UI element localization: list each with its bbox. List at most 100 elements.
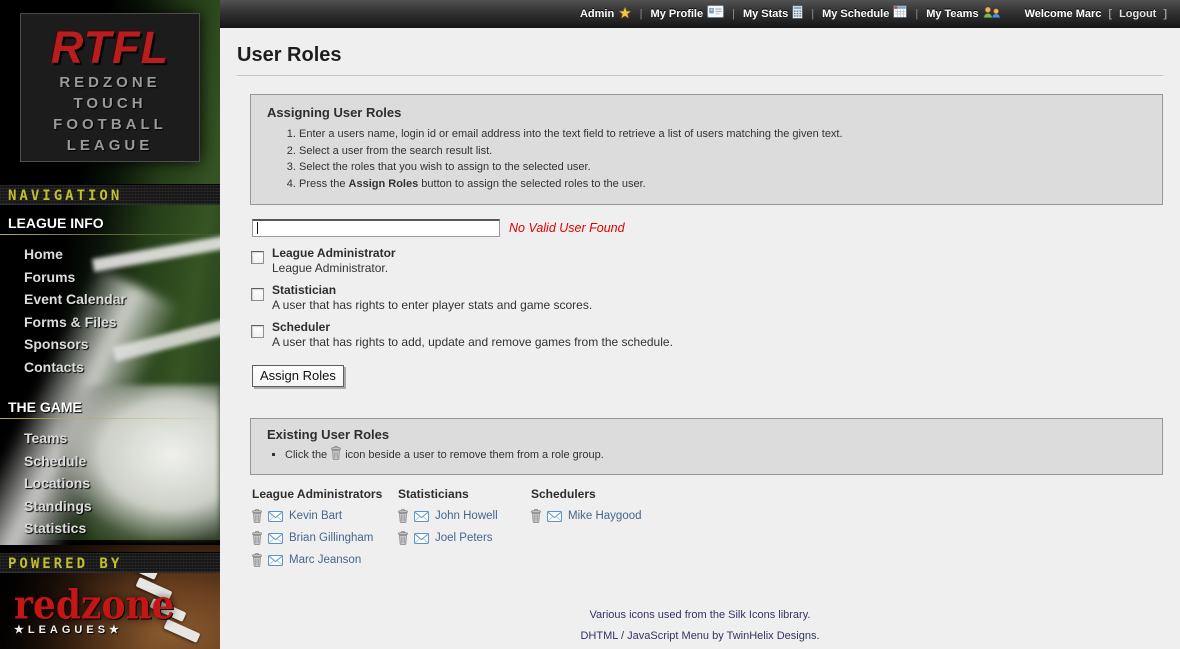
menu-item-admin[interactable]: Admin ★ [580, 7, 632, 21]
star-icon: ★ [618, 7, 631, 21]
sidebar-item-standings[interactable]: Standings [0, 495, 220, 518]
menu-item-my-teams-label: My Teams [926, 8, 978, 20]
user-search-input[interactable] [252, 219, 500, 237]
trash-icon [331, 446, 341, 460]
role-option-league-administrator: League Administrator League Administrato… [251, 246, 1163, 276]
instruction-step: Select a user from the search result lis… [299, 143, 1146, 160]
sidebar-item-locations[interactable]: Locations [0, 472, 220, 495]
menu-item-my-profile-label: My Profile [651, 8, 704, 20]
app-window: RTFL REDZONE TOUCH FOOTBALL LEAGUE NAVIG… [0, 0, 1180, 649]
navigation-band: NAVIGATION [0, 184, 220, 205]
rtfl-logo[interactable]: RTFL REDZONE TOUCH FOOTBALL LEAGUE [20, 13, 200, 162]
email-user-icon[interactable] [414, 533, 429, 544]
user-link[interactable]: Joel Peters [435, 532, 493, 544]
user-link[interactable]: John Howell [435, 510, 498, 522]
role-description: A user that has rights to add, update an… [272, 335, 673, 350]
navigation-band-label: NAVIGATION [8, 188, 122, 204]
rtfl-logo-title: RTFL [21, 24, 199, 72]
user-search-row: No Valid User Found [252, 219, 1163, 238]
sidebar-item-teams[interactable]: Teams [0, 427, 220, 450]
role-checkbox-league-administrator[interactable] [251, 251, 264, 264]
menu-item-my-schedule-label: My Schedule [822, 8, 889, 20]
silk-icons-link[interactable]: Silk Icons [728, 609, 775, 621]
logout-bracket: [ [1108, 8, 1112, 20]
calendar-icon [893, 5, 907, 23]
role-option-statistician: Statistician A user that has rights to e… [251, 283, 1163, 313]
main-content: User Roles Assigning User Roles Enter a … [220, 28, 1180, 649]
powered-by-band-label: POWERED BY [8, 556, 122, 572]
menu-separator: | [640, 8, 643, 20]
footer-credit-icons: Various icons used from the Silk Icons l… [237, 609, 1163, 621]
welcome-text: Welcome Marc [1025, 8, 1102, 20]
email-user-icon[interactable] [414, 511, 429, 522]
rtfl-logo-line: REDZONE [21, 72, 199, 93]
group-title: Schedulers [531, 487, 642, 501]
remove-user-icon[interactable] [252, 553, 262, 567]
role-option-scheduler: Scheduler A user that has rights to add,… [251, 320, 1163, 350]
group-icon [983, 5, 1000, 23]
sidebar-item-forms-files[interactable]: Forms & Files [0, 311, 220, 334]
sidebar-item-event-calendar[interactable]: Event Calendar [0, 288, 220, 311]
role-description: League Administrator. [272, 261, 396, 276]
email-user-icon[interactable] [547, 511, 562, 522]
powered-by-band: POWERED BY [0, 552, 220, 573]
page-title: User Roles [237, 44, 1163, 76]
user-link[interactable]: Marc Jeanson [289, 554, 361, 566]
menu-item-my-profile[interactable]: My Profile [651, 5, 725, 23]
sidebar-item-statistics[interactable]: Statistics [0, 517, 220, 540]
page-footer: Various icons used from the Silk Icons l… [237, 609, 1163, 642]
user-row: Marc Jeanson [252, 553, 398, 568]
section-title-league-info: LEAGUE INFO [0, 215, 220, 231]
role-name: Statistician [272, 283, 592, 298]
user-row: John Howell [398, 509, 531, 524]
user-link[interactable]: Brian Gillingham [289, 532, 373, 544]
role-checkbox-scheduler[interactable] [251, 325, 264, 338]
user-row: Mike Haygood [531, 509, 642, 524]
user-link[interactable]: Kevin Bart [289, 510, 342, 522]
email-user-icon[interactable] [268, 511, 283, 522]
group-title: Statisticians [398, 487, 531, 501]
twinhelix-link[interactable]: TwinHelix Designs [727, 630, 817, 642]
rtfl-logo-line: TOUCH [21, 93, 199, 114]
sidebar-section-the-game: THE GAME Teams Schedule Locations Standi… [0, 378, 220, 540]
email-user-icon[interactable] [268, 555, 283, 566]
rtfl-logo-line: LEAGUE [21, 135, 199, 156]
sidebar-item-home[interactable]: Home [0, 243, 220, 266]
redzone-leagues-logo[interactable]: redzone ★LEAGUES★ [0, 573, 220, 649]
existing-box-note: Click theicon beside a user to remove th… [285, 446, 1146, 464]
role-name: League Administrator [272, 246, 396, 261]
menu-item-my-schedule[interactable]: My Schedule [822, 5, 907, 23]
user-row: Kevin Bart [252, 509, 398, 524]
menu-separator: | [811, 8, 814, 20]
sidebar-item-schedule[interactable]: Schedule [0, 450, 220, 473]
remove-user-icon[interactable] [398, 509, 408, 523]
user-row: Brian Gillingham [252, 531, 398, 546]
email-user-icon[interactable] [268, 533, 283, 544]
sidebar-section-league-info: LEAGUE INFO Home Forums Event Calendar F… [0, 205, 220, 378]
sidebar-item-contacts[interactable]: Contacts [0, 356, 220, 379]
sidebar-item-forums[interactable]: Forums [0, 266, 220, 289]
calculator-icon [792, 5, 803, 24]
text-caret [257, 222, 258, 234]
section-title-the-game: THE GAME [0, 399, 220, 415]
user-link[interactable]: Mike Haygood [568, 510, 642, 522]
role-description: A user that has rights to enter player s… [272, 298, 592, 313]
sidebar-item-sponsors[interactable]: Sponsors [0, 333, 220, 356]
section-underline [0, 234, 220, 235]
menu-item-my-teams[interactable]: My Teams [926, 5, 999, 23]
topbar: Admin ★ | My Profile | My Stats | My Sch… [220, 0, 1180, 28]
role-groups: League Administrators Kevin Bart Brian G… [252, 487, 1163, 575]
remove-user-icon[interactable] [252, 509, 262, 523]
menu-item-my-stats-label: My Stats [743, 8, 788, 20]
menu-item-my-stats[interactable]: My Stats [743, 5, 803, 24]
search-status-message: No Valid User Found [509, 221, 625, 235]
remove-user-icon[interactable] [398, 531, 408, 545]
role-checkbox-statistician[interactable] [251, 288, 264, 301]
role-name: Scheduler [272, 320, 673, 335]
group-statisticians: Statisticians John Howell Joel Peters [398, 487, 531, 575]
assign-roles-button[interactable]: Assign Roles [252, 365, 344, 387]
remove-user-icon[interactable] [252, 531, 262, 545]
remove-user-icon[interactable] [531, 509, 541, 523]
instruction-step: Press the Assign Roles button to assign … [299, 176, 1146, 193]
logout-link[interactable]: Logout [1119, 8, 1156, 20]
